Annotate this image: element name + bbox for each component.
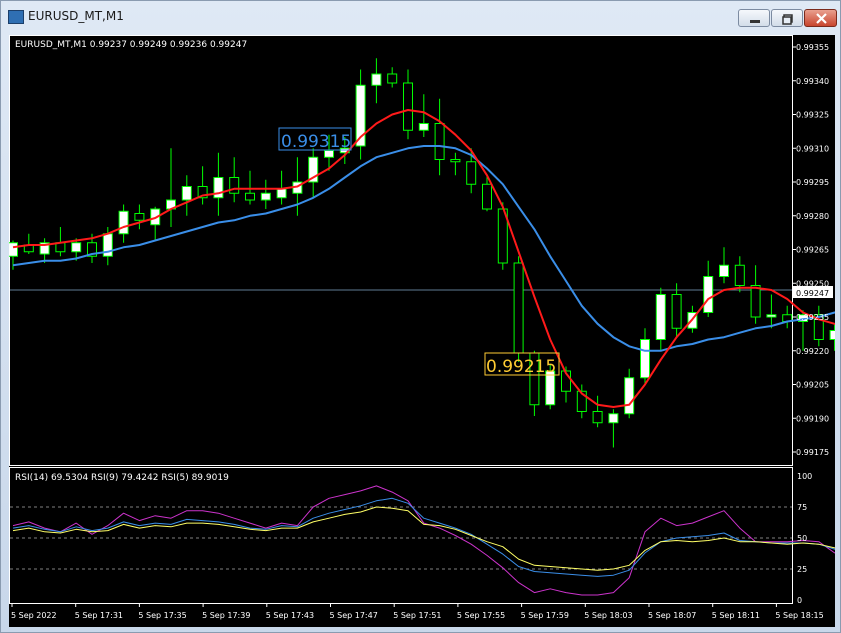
minimize-icon [750,20,760,23]
candle-body [829,330,840,340]
rsi14-line [12,497,841,577]
main-chart-frame [9,35,793,466]
price-tick-label: 0.99190 [796,414,829,423]
main-chart-info: EURUSD_MT,M1 0.99237 0.99249 0.99236 0.9… [15,40,247,50]
ma-fast-line [12,109,841,408]
time-tick-label: 5 Sep 17:31 [75,611,123,620]
time-tick-label: 5 Sep 17:43 [266,611,314,620]
minimize-button[interactable] [738,9,770,27]
candle-body [418,123,429,131]
candle-body [181,186,192,201]
window-title: EURUSD_MT,M1 [28,9,124,23]
candle-body [229,177,240,194]
current-price-marker: 0.99247 [793,286,833,298]
price-tick-label: 0.99310 [796,144,829,153]
candle-body [640,339,650,379]
candle-body [434,123,445,160]
rsi-lines [12,485,841,596]
maximize-button[interactable] [771,9,803,27]
candle-body [766,314,777,318]
rsi-tick-label: 25 [797,565,807,574]
price-tick-label: 0.99175 [796,448,829,457]
candle-body [655,294,666,340]
time-tick-label: 5 Sep 17:47 [330,611,378,620]
candle-body [276,188,287,199]
price-tick-label: 0.99280 [796,212,829,221]
candle-body [118,210,129,235]
price-tick-label: 0.99220 [796,347,829,356]
candle-body [245,192,255,201]
candle-body [671,294,682,329]
candle-body [260,192,271,201]
candle-body [466,161,477,185]
rsi-tick-label: 50 [797,534,807,543]
price-tick-label: 0.99265 [796,246,829,255]
price-tick-label: 0.99325 [796,111,829,120]
time-tick-label: 5 Sep 18:11 [712,611,760,620]
candle-body [450,159,461,163]
candle-body [703,276,714,313]
time-tick-label: 5 Sep 2022 [11,611,57,620]
annotation-price-low-label: 0.99215 [486,357,556,377]
price-tick-label: 0.99340 [796,77,829,86]
candle-body [71,242,82,253]
time-tick-label: 5 Sep 18:07 [648,611,696,620]
candle-body [608,413,619,424]
restore-icon [782,14,793,25]
price-tick-label: 0.99205 [796,381,829,390]
annotation-price-high[interactable]: 0.99315 [278,127,352,152]
rsi-info: RSI(14) 69.5304 RSI(9) 79.4242 RSI(5) 89… [15,473,229,483]
chart-app-icon [8,10,24,24]
rsi-tick-label: 0 [797,596,802,605]
chart-area[interactable]: 0.99355 0.99340 0.99325 0.99310 0.99295 0.992… [8,35,841,627]
time-tick-label: 5 Sep 17:51 [393,611,441,620]
candle-body [719,264,729,277]
chart-window: EURUSD_MT,M1 0.99355 0.99340 0.99325 0.9931… [0,0,841,633]
title-bar[interactable]: EURUSD_MT,M1 [1,1,841,31]
ma-slow-line [12,145,841,352]
candle-body [624,377,635,415]
rsi9-line [12,506,841,571]
candle-body [482,183,492,210]
annotation-price-low[interactable]: 0.99215 [484,352,560,377]
candle-body [734,264,745,286]
time-tick-label: 5 Sep 17:55 [457,611,505,620]
moving-averages [12,109,841,408]
candle-body [8,242,18,257]
time-tick-label: 5 Sep 18:03 [584,611,632,620]
candle-body [387,73,398,84]
annotation-price-high-label: 0.99315 [281,132,351,152]
candle-body [403,82,413,131]
rsi-panel-frame [9,467,793,604]
rsi-tick-label: 75 [797,503,807,512]
candle-body [750,285,761,318]
candle-body [513,262,524,354]
candle-body [371,73,382,86]
candle-body [592,411,603,424]
price-tick-label: 0.99235 [796,313,829,322]
time-tick-label: 5 Sep 17:39 [202,611,250,620]
chart-canvas[interactable]: 0.99355 0.99340 0.99325 0.99310 0.99295 0.992… [8,35,841,627]
close-icon [816,13,827,24]
candles [8,58,840,448]
price-tick-label: 0.99355 [796,43,829,52]
time-tick-label: 5 Sep 17:59 [521,611,569,620]
current-price-label: 0.99247 [796,289,829,298]
candle-body [134,213,145,221]
price-tick-label: 0.99295 [796,178,829,187]
time-tick-label: 5 Sep 18:15 [775,611,823,620]
close-button[interactable] [804,9,837,27]
rsi-tick-label: 100 [797,472,812,481]
time-tick-label: 5 Sep 17:35 [138,611,186,620]
